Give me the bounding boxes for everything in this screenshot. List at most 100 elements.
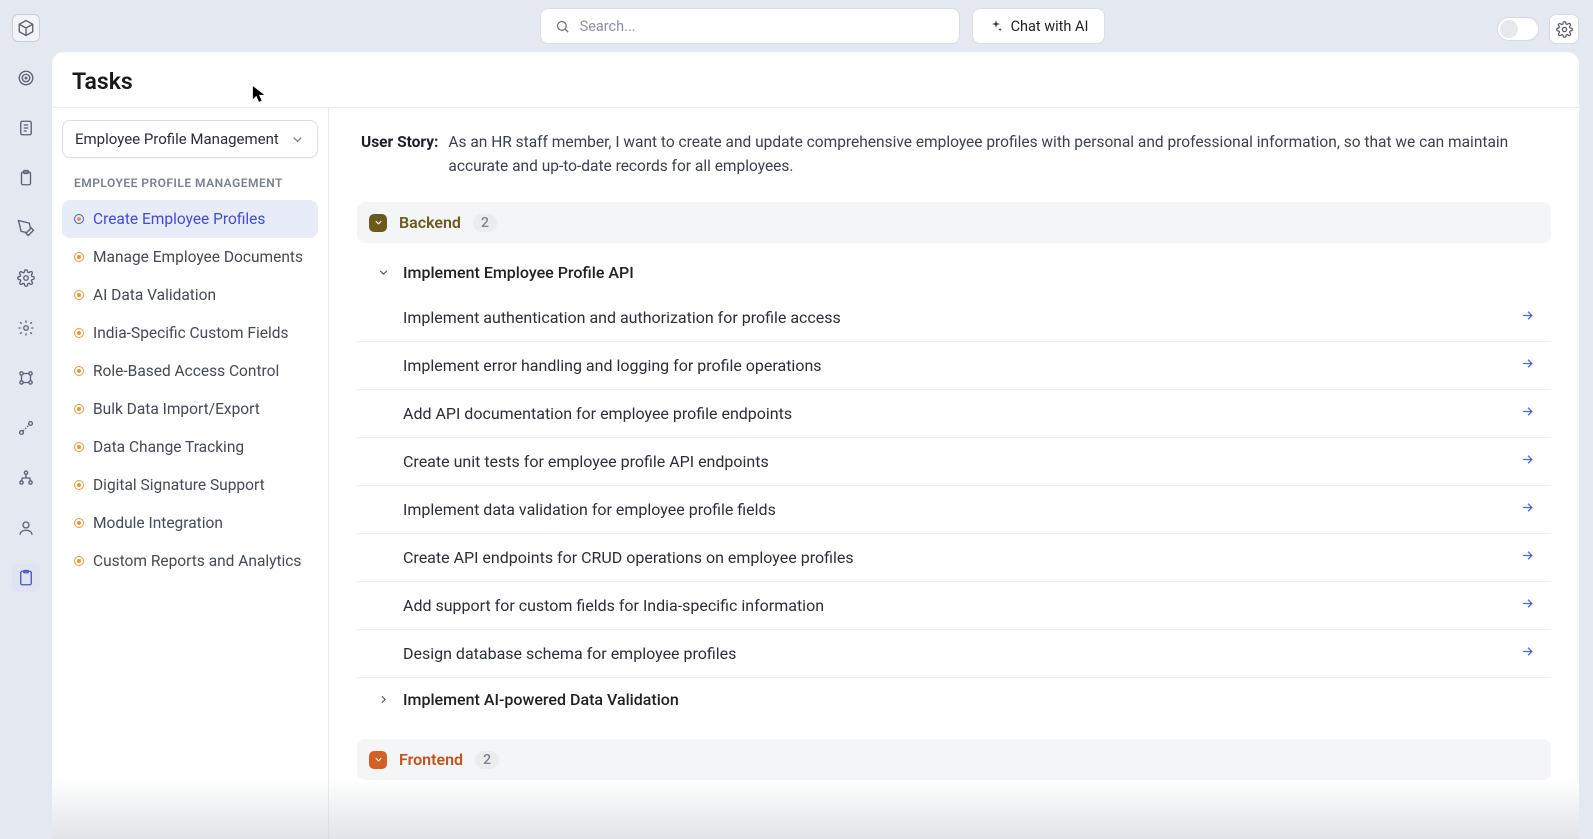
sidebar-item-label: Data Change Tracking — [93, 438, 244, 456]
sparkle-icon — [989, 19, 1003, 33]
status-dot-icon — [74, 442, 84, 452]
task-title: Add support for custom fields for India-… — [403, 596, 824, 615]
status-dot-icon — [74, 214, 84, 224]
collapse-icon — [369, 751, 387, 769]
group-header-frontend[interactable]: Frontend 2 — [357, 739, 1551, 780]
logo-cube-icon[interactable] — [12, 14, 40, 42]
task-row[interactable]: Create API endpoints for CRUD operations… — [357, 534, 1551, 582]
chevron-right-icon — [375, 692, 391, 708]
task-parent-expanded[interactable]: Implement Employee Profile API — [357, 251, 1551, 294]
task-row[interactable]: Implement authentication and authorizati… — [357, 294, 1551, 342]
arrow-right-icon — [1520, 308, 1535, 327]
task-row[interactable]: Create unit tests for employee profile A… — [357, 438, 1551, 486]
arrow-right-icon — [1520, 356, 1535, 375]
sidebar-item-label: Role-Based Access Control — [93, 362, 279, 380]
settings-button[interactable] — [1549, 14, 1579, 44]
task-row[interactable]: Implement error handling and logging for… — [357, 342, 1551, 390]
status-dot-icon — [74, 290, 84, 300]
task-parent-title: Implement Employee Profile API — [403, 263, 634, 282]
sidebar-item-rbac[interactable]: Role-Based Access Control — [62, 352, 318, 390]
sidebar-item-create-profiles[interactable]: Create Employee Profiles — [62, 200, 318, 238]
sidebar-item-label: AI Data Validation — [93, 286, 216, 304]
org-chart-icon[interactable] — [12, 464, 40, 492]
sidebar-item-module-integration[interactable]: Module Integration — [62, 504, 318, 542]
task-row[interactable]: Design database schema for employee prof… — [357, 630, 1551, 678]
collapse-icon — [369, 214, 387, 232]
task-parent-title: Implement AI-powered Data Validation — [403, 690, 679, 709]
chat-ai-button[interactable]: Chat with AI — [972, 8, 1106, 44]
chevron-down-icon — [290, 132, 305, 147]
sidebar-item-label: Manage Employee Documents — [93, 248, 303, 266]
sidebar-item-label: Bulk Data Import/Export — [93, 400, 260, 418]
connection-icon[interactable] — [12, 414, 40, 442]
document-icon[interactable] — [12, 114, 40, 142]
pen-icon[interactable] — [12, 214, 40, 242]
sidebar-item-label: Digital Signature Support — [93, 476, 265, 494]
sidebar-item-label: Create Employee Profiles — [93, 210, 265, 228]
clipboard-icon[interactable] — [12, 164, 40, 192]
search-box[interactable] — [540, 8, 960, 44]
group-title: Backend — [399, 213, 461, 232]
status-dot-icon — [74, 404, 84, 414]
tasks-nav-icon[interactable] — [12, 564, 40, 592]
status-dot-icon — [74, 252, 84, 262]
sidebar: Employee Profile Management EMPLOYEE PRO… — [52, 108, 329, 839]
sidebar-item-label: India-Specific Custom Fields — [93, 324, 288, 342]
arrow-right-icon — [1520, 548, 1535, 567]
arrow-right-icon — [1520, 404, 1535, 423]
chevron-down-icon — [375, 265, 391, 281]
task-title: Implement error handling and logging for… — [403, 356, 822, 375]
task-row[interactable]: Add API documentation for employee profi… — [357, 390, 1551, 438]
user-icon[interactable] — [12, 514, 40, 542]
arrow-right-icon — [1520, 452, 1535, 471]
user-story: User Story: As an HR staff member, I wan… — [357, 126, 1551, 202]
status-dot-icon — [74, 328, 84, 338]
task-row[interactable]: Implement data validation for employee p… — [357, 486, 1551, 534]
sidebar-item-manage-documents[interactable]: Manage Employee Documents — [62, 238, 318, 276]
task-parent-collapsed[interactable]: Implement AI-powered Data Validation — [357, 678, 1551, 721]
gear-icon[interactable] — [12, 264, 40, 292]
sidebar-item-india-fields[interactable]: India-Specific Custom Fields — [62, 314, 318, 352]
sidebar-item-label: Module Integration — [93, 514, 223, 532]
task-title: Implement authentication and authorizati… — [403, 308, 841, 327]
user-story-text: As an HR staff member, I want to create … — [448, 130, 1547, 178]
sidebar-item-digital-signature[interactable]: Digital Signature Support — [62, 466, 318, 504]
task-title: Create unit tests for employee profile A… — [403, 452, 769, 471]
user-story-label: User Story: — [361, 130, 438, 178]
arrow-right-icon — [1520, 644, 1535, 663]
content-area: User Story: As an HR staff member, I wan… — [329, 108, 1579, 839]
status-dot-icon — [74, 518, 84, 528]
chat-ai-label: Chat with AI — [1011, 18, 1089, 35]
group-title: Frontend — [399, 750, 463, 769]
status-dot-icon — [74, 480, 84, 490]
arrow-right-icon — [1520, 596, 1535, 615]
page-title: Tasks — [52, 52, 1579, 107]
task-title: Add API documentation for employee profi… — [403, 404, 792, 423]
group-count: 2 — [473, 214, 497, 232]
target-icon[interactable] — [12, 64, 40, 92]
sidebar-item-custom-reports[interactable]: Custom Reports and Analytics — [62, 542, 318, 580]
sidebar-item-change-tracking[interactable]: Data Change Tracking — [62, 428, 318, 466]
group-count: 2 — [475, 751, 499, 769]
module-selector[interactable]: Employee Profile Management — [62, 120, 318, 158]
main-panel: Tasks Employee Profile Management EMPLOY… — [52, 52, 1579, 839]
sparkle-gear-icon[interactable] — [12, 314, 40, 342]
sidebar-item-bulk-import[interactable]: Bulk Data Import/Export — [62, 390, 318, 428]
topbar: Chat with AI — [52, 0, 1593, 52]
status-dot-icon — [74, 556, 84, 566]
module-selector-label: Employee Profile Management — [75, 130, 279, 148]
arrow-right-icon — [1520, 500, 1535, 519]
task-title: Design database schema for employee prof… — [403, 644, 736, 663]
task-row[interactable]: Add support for custom fields for India-… — [357, 582, 1551, 630]
sidebar-item-ai-validation[interactable]: AI Data Validation — [62, 276, 318, 314]
group-header-backend[interactable]: Backend 2 — [357, 202, 1551, 243]
sidebar-section-label: EMPLOYEE PROFILE MANAGEMENT — [62, 158, 318, 200]
task-title: Implement data validation for employee p… — [403, 500, 776, 519]
nav-rail — [0, 0, 52, 839]
search-icon — [555, 19, 570, 34]
theme-toggle[interactable] — [1497, 17, 1539, 41]
status-dot-icon — [74, 366, 84, 376]
search-input[interactable] — [580, 18, 945, 35]
network-icon[interactable] — [12, 364, 40, 392]
task-title: Create API endpoints for CRUD operations… — [403, 548, 854, 567]
